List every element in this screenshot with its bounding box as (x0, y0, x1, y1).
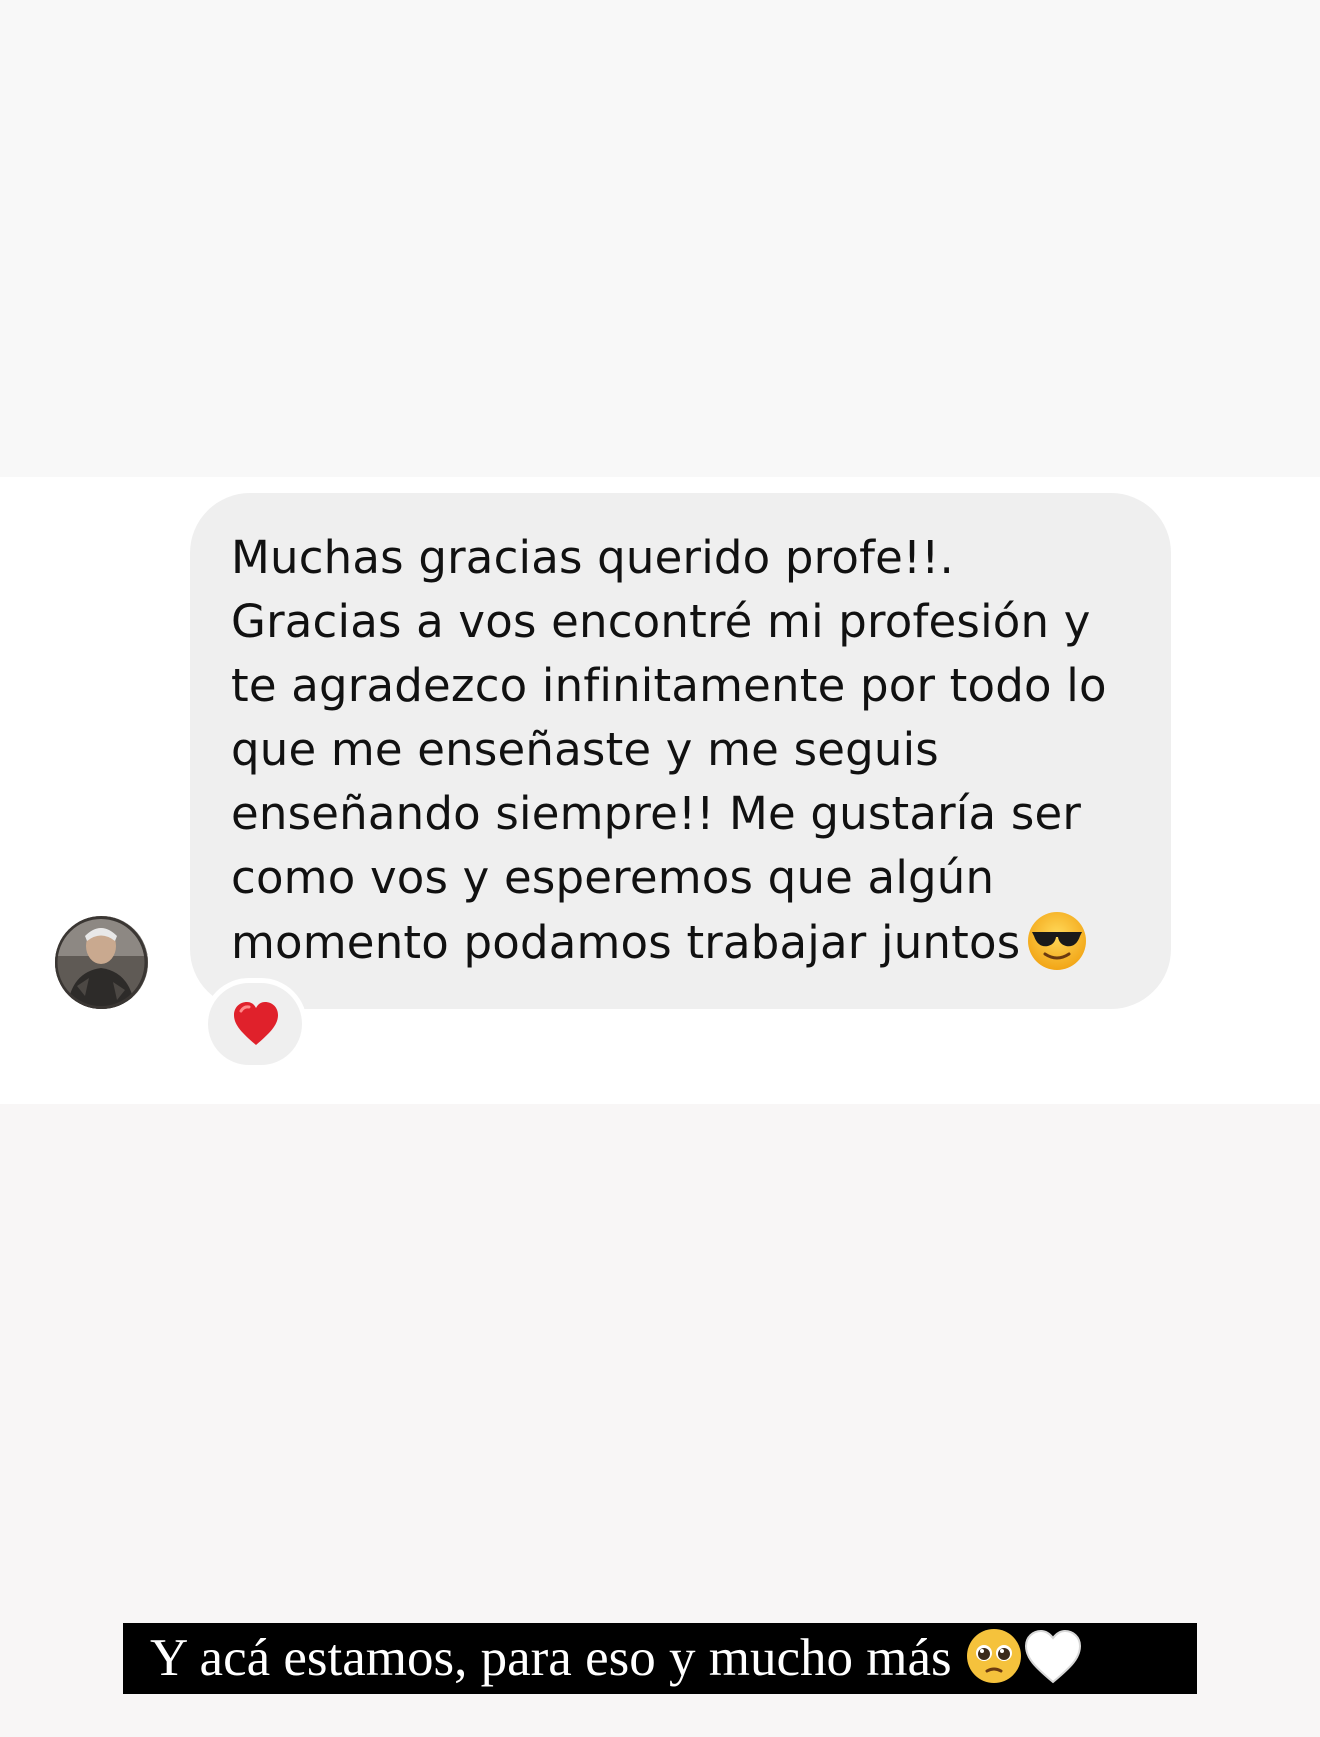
red-heart-icon (234, 1002, 278, 1045)
message-body: Muchas gracias querido profe!!. Gracias … (231, 531, 1107, 969)
dm-screenshot: Muchas gracias querido profe!!. Gracias … (0, 477, 1320, 1104)
heart-reaction[interactable] (203, 978, 307, 1070)
story-caption: Y acá estamos, para eso y mucho más (123, 1623, 1197, 1694)
pleading-face-icon (965, 1627, 1023, 1704)
caption-text: Y acá estamos, para eso y mucho más (150, 1629, 952, 1687)
message-text: Muchas gracias querido profe!!. Gracias … (231, 526, 1131, 975)
message-bubble[interactable]: Muchas gracias querido profe!!. Gracias … (190, 493, 1171, 1009)
smiling-face-with-sunglasses-icon (1026, 910, 1088, 972)
sender-avatar[interactable] (55, 916, 148, 1009)
story-background-top (0, 0, 1320, 477)
white-heart-icon (1023, 1629, 1083, 1704)
avatar-photo (55, 916, 148, 1009)
